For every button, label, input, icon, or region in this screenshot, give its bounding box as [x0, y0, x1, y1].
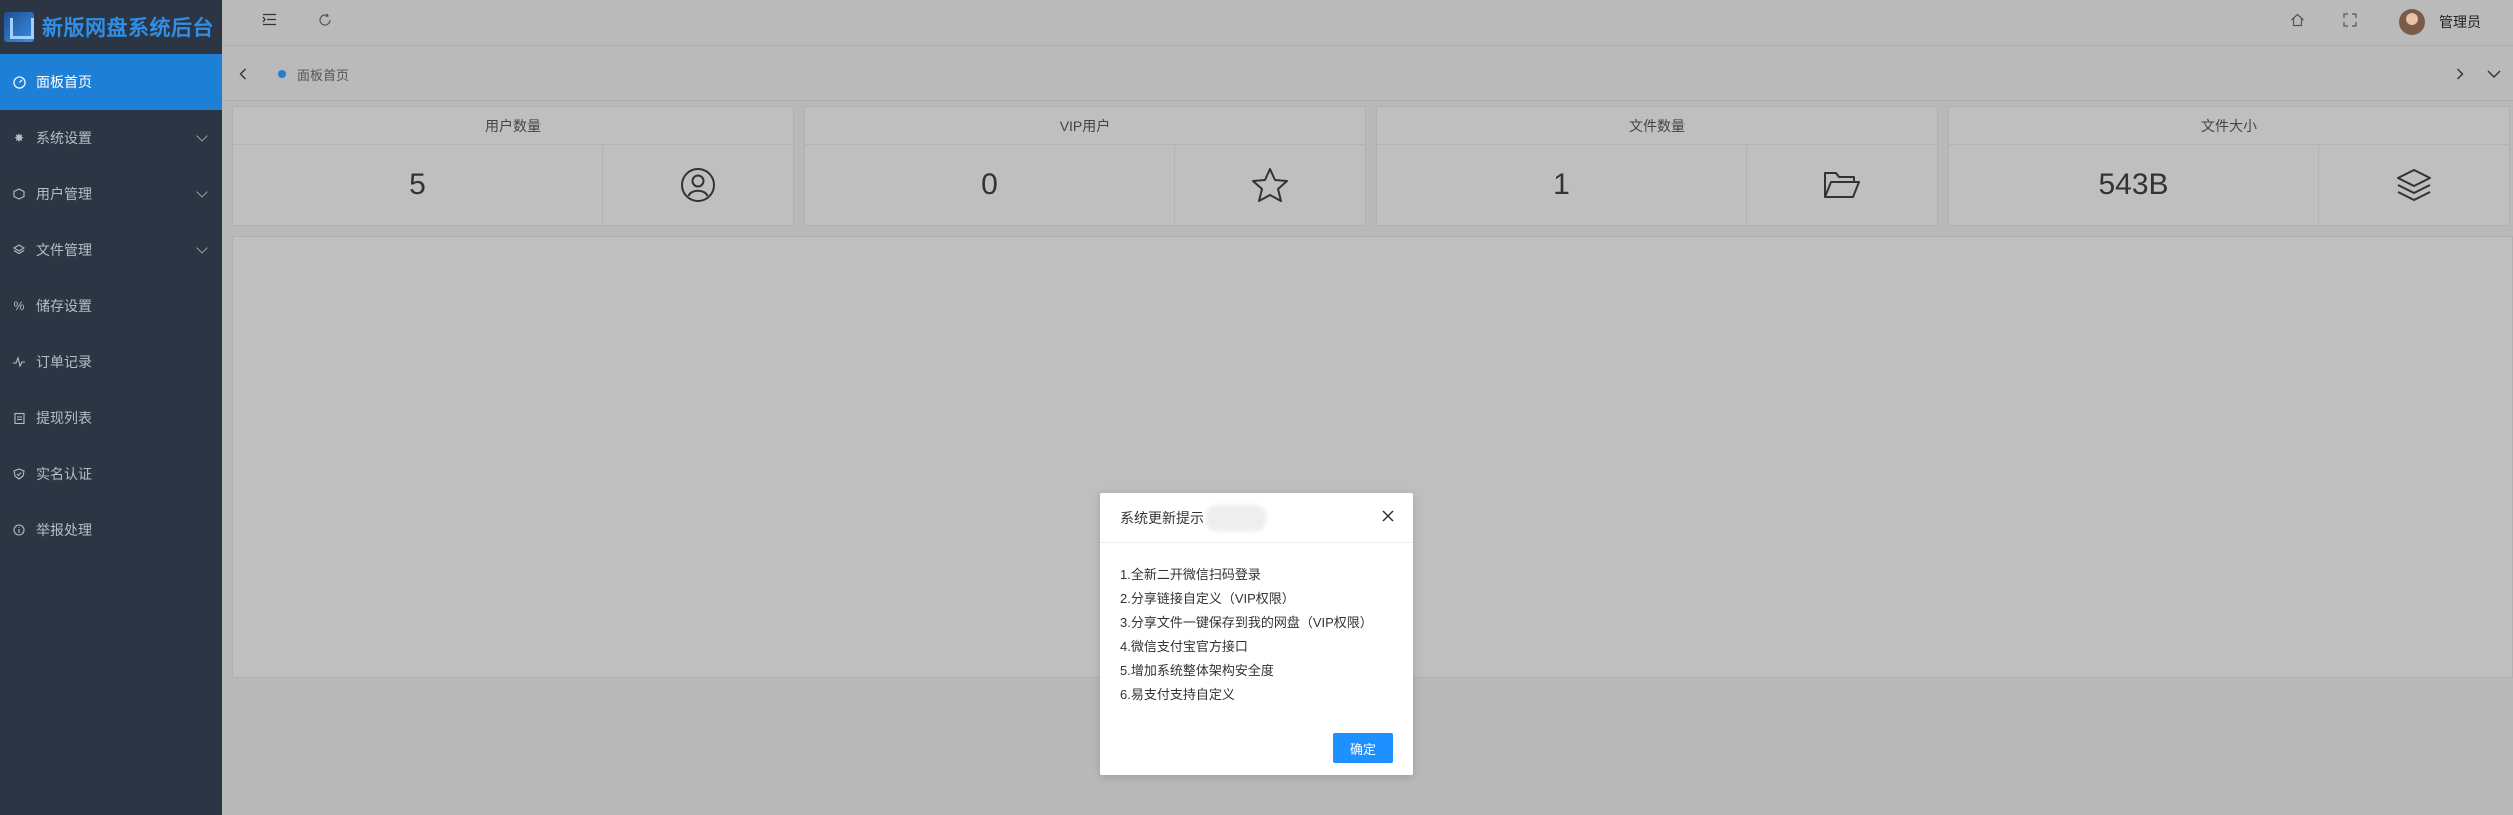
stat-title: VIP用户 [805, 107, 1365, 145]
gauge-icon [12, 75, 26, 89]
user-menu[interactable]: 管理员 [2399, 9, 2481, 35]
menu-collapse-icon[interactable] [262, 13, 277, 30]
top-header: 管理员 [222, 0, 2513, 46]
sidebar-item-user-management[interactable]: 用户管理 [0, 166, 222, 222]
pulse-icon [12, 355, 26, 369]
list-item: 4.微信支付宝官方接口 [1120, 639, 1248, 654]
home-icon[interactable] [2290, 13, 2305, 31]
sidebar-item-system-settings[interactable]: ✸ 系统设置 [0, 110, 222, 166]
stat-card-users: 用户数量 5 [232, 106, 794, 226]
sidebar-item-label: 储存设置 [36, 298, 92, 314]
list-item: 2.分享链接自定义（VIP权限） [1120, 591, 1295, 606]
stat-card-vip: VIP用户 0 [804, 106, 1366, 226]
stat-card-size: 文件大小 543B [1948, 106, 2510, 226]
sidebar-item-order-records[interactable]: 订单记录 [0, 334, 222, 390]
sidebar-item-label: 面板首页 [36, 74, 92, 90]
logo[interactable]: 新版网盘系统后台 [0, 0, 222, 54]
stat-title: 文件大小 [1949, 107, 2509, 145]
chevron-down-icon [196, 242, 208, 254]
layers-icon [2319, 145, 2509, 225]
stat-title: 文件数量 [1377, 107, 1937, 145]
tabs-bar: 面板首页 [222, 47, 2513, 101]
user-circle-icon [603, 145, 793, 225]
update-notice-dialog: 系统更新提示 1.全新二开微信扫码登录 2.分享链接自定义（VIP权限） 3.分… [1100, 493, 1413, 775]
percent-icon: % [13, 299, 25, 313]
refresh-icon[interactable] [318, 13, 332, 31]
layers-icon [12, 243, 26, 257]
sidebar-item-withdraw-list[interactable]: 提现列表 [0, 390, 222, 446]
sidebar-item-dashboard[interactable]: 面板首页 [0, 54, 222, 110]
close-icon[interactable] [1381, 509, 1397, 525]
chevron-down-icon [196, 130, 208, 142]
sidebar-item-real-name-auth[interactable]: 实名认证 [0, 446, 222, 502]
stat-value: 543B [1949, 145, 2319, 225]
dialog-title: 系统更新提示 [1120, 509, 1204, 526]
shield-check-icon [12, 467, 26, 481]
sidebar-item-file-management[interactable]: 文件管理 [0, 222, 222, 278]
cube-icon [12, 187, 26, 201]
logo-icon [4, 12, 34, 42]
update-list: 1.全新二开微信扫码登录 2.分享链接自定义（VIP权限） 3.分享文件一键保存… [1100, 543, 1413, 707]
folder-open-icon [1747, 145, 1937, 225]
sidebar-item-label: 提现列表 [36, 410, 92, 426]
chevron-left-icon[interactable] [230, 61, 256, 87]
stat-value: 1 [1377, 145, 1747, 225]
list-item: 5.增加系统整体架构安全度 [1120, 663, 1274, 678]
tab-active-dot [278, 70, 286, 78]
redacted-blur [1206, 504, 1266, 531]
tab-dashboard[interactable]: 面板首页 [266, 61, 359, 87]
sidebar-item-label: 实名认证 [36, 466, 92, 482]
chevron-down-icon[interactable] [2481, 61, 2507, 87]
list-item: 3.分享文件一键保存到我的网盘（VIP权限） [1120, 615, 1373, 630]
confirm-button[interactable]: 确定 [1333, 733, 1393, 763]
user-name: 管理员 [2439, 14, 2481, 30]
fullscreen-icon[interactable] [2343, 13, 2357, 31]
sidebar-item-storage-settings[interactable]: % 储存设置 [0, 278, 222, 334]
info-circle-icon [12, 523, 26, 537]
sidebar-item-label: 用户管理 [36, 186, 92, 202]
sidebar: 新版网盘系统后台 面板首页 ✸ 系统设置 用户管理 文件管理 % 储存设置 订单… [0, 0, 222, 815]
stat-value: 0 [805, 145, 1175, 225]
sidebar-item-label: 订单记录 [36, 354, 92, 370]
clipboard-icon [12, 411, 26, 425]
stat-title: 用户数量 [233, 107, 793, 145]
list-item: 6.易支付支持自定义 [1120, 687, 1235, 702]
stat-card-files: 文件数量 1 [1376, 106, 1938, 226]
chevron-down-icon [196, 186, 208, 198]
stat-value: 5 [233, 145, 603, 225]
list-item: 1.全新二开微信扫码登录 [1120, 567, 1261, 582]
dialog-header: 系统更新提示 [1100, 493, 1413, 543]
logo-text: 新版网盘系统后台 [42, 17, 214, 40]
chevron-right-icon[interactable] [2447, 61, 2473, 87]
gear-icon: ✸ [13, 131, 25, 145]
tab-label: 面板首页 [297, 67, 350, 83]
stats-row: 用户数量 5 VIP用户 0 文件数量 1 文件大小 543B [232, 106, 2513, 226]
sidebar-item-report-handling[interactable]: 举报处理 [0, 502, 222, 558]
sidebar-item-label: 系统设置 [36, 130, 92, 146]
sidebar-item-label: 文件管理 [36, 242, 92, 258]
star-icon [1175, 145, 1365, 225]
sidebar-item-label: 举报处理 [36, 522, 92, 538]
avatar [2399, 9, 2425, 35]
